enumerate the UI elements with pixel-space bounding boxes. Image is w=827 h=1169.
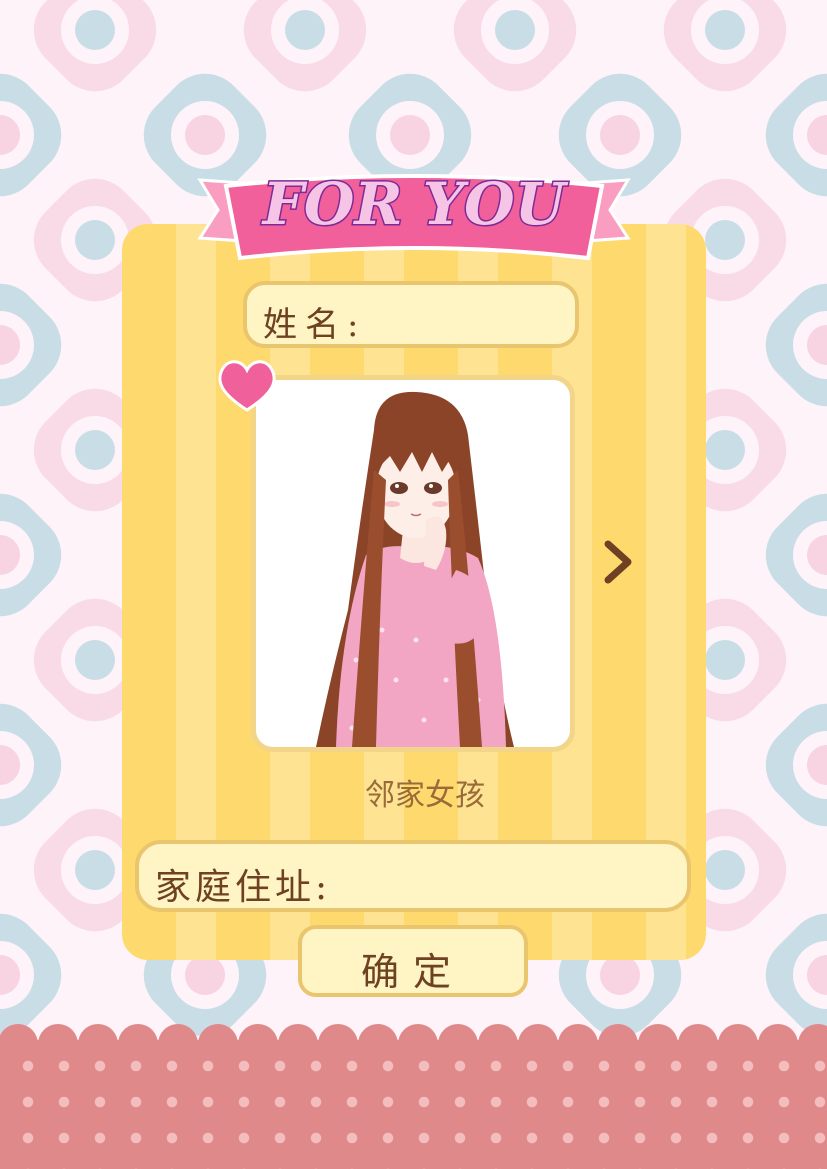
bottom-dotted-band	[0, 1040, 827, 1169]
heart-icon	[218, 360, 276, 412]
character-name: 邻家女孩	[365, 778, 485, 813]
chevron-right-icon[interactable]	[600, 540, 634, 584]
character-portrait-frame	[251, 375, 575, 752]
confirm-button-label: 确定	[360, 950, 465, 994]
title-ribbon: FOR YOU	[197, 169, 631, 261]
confirm-button[interactable]: 确定	[298, 925, 528, 997]
banner-title: FOR YOU	[261, 170, 569, 238]
name-field[interactable]: 姓名:	[243, 281, 579, 348]
address-label: 家庭住址:	[155, 867, 332, 908]
name-label: 姓名:	[263, 305, 367, 345]
character-illustration	[316, 391, 514, 747]
address-field[interactable]: 家庭住址:	[135, 840, 691, 912]
